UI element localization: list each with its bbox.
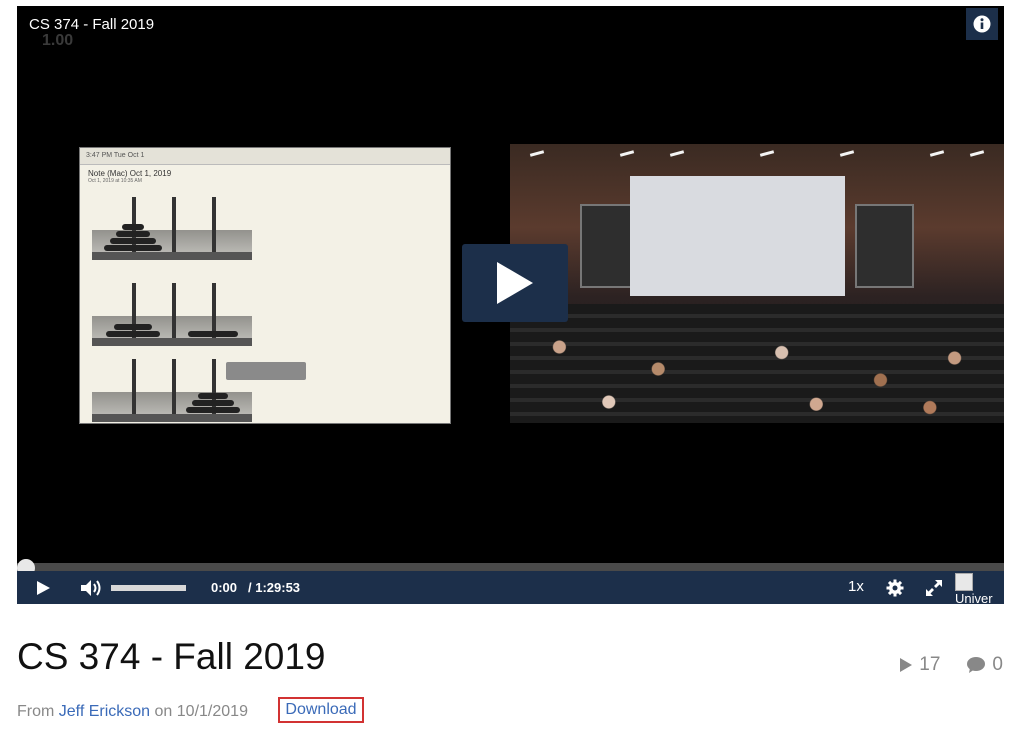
play-button[interactable] [35,571,51,604]
progress-bar[interactable] [17,563,1004,571]
gear-icon [886,579,904,596]
slide-note-heading: Note (Mac) Oct 1, 2019 [88,169,172,178]
download-button[interactable]: Download [278,697,364,723]
volume-slider[interactable] [111,585,186,591]
big-play-button[interactable] [462,244,568,322]
slide-note-date: Oct 1, 2019 at 10:35 AM [88,178,142,184]
entry-title: CS 374 - Fall 2019 [17,636,326,677]
current-time: 0:00 [211,580,238,595]
plays-count: 17 [919,654,941,675]
projector-screen [630,176,845,296]
fullscreen-button[interactable] [925,571,943,604]
player-title: CS 374 - Fall 2019 [29,16,155,33]
play-icon [497,262,533,304]
lecture-hall-camera [510,144,1004,423]
comments-count: 0 [992,654,1003,675]
play-icon [37,580,50,595]
logo-alt-text: Univer [955,591,993,604]
info-icon [973,15,991,33]
from-label: From [17,703,55,720]
control-bar: 0:00 / 1:29:53 1x Univer [17,571,1004,604]
slide-toolbar: 3:47 PM Tue Oct 1 [80,148,450,165]
entry-meta: From Jeff Erickson on 10/1/2019 [17,703,248,721]
fullscreen-icon [926,579,942,596]
comment-icon [967,657,986,673]
slide-thumbnail: 3:47 PM Tue Oct 1 Note (Mac) Oct 1, 2019… [79,147,451,424]
entry-date: 10/1/2019 [176,703,248,720]
duration: / 1:29:53 [248,580,301,595]
speed-overlay: 1.00 [42,32,74,49]
video-player[interactable]: 3:47 PM Tue Oct 1 Note (Mac) Oct 1, 2019… [17,6,1004,604]
settings-button[interactable] [886,571,904,604]
on-label: on [154,703,173,720]
tower-illustration-2 [92,276,252,346]
broken-image-icon [955,573,973,591]
volume-button[interactable] [80,571,102,604]
info-button[interactable] [966,8,998,40]
playback-speed-button[interactable]: 1x [848,578,864,595]
university-logo[interactable]: Univer [955,573,1004,604]
slide-note-title: Note (Mac) Oct 1, 2019 Oct 1, 2019 at 10… [80,165,450,184]
author-link[interactable]: Jeff Erickson [59,703,150,720]
entry-stats: 17 0 [899,654,1003,676]
tower-illustration-1 [92,190,252,260]
slide-popup [226,362,306,380]
plays-icon [900,658,913,672]
volume-icon [81,579,101,596]
